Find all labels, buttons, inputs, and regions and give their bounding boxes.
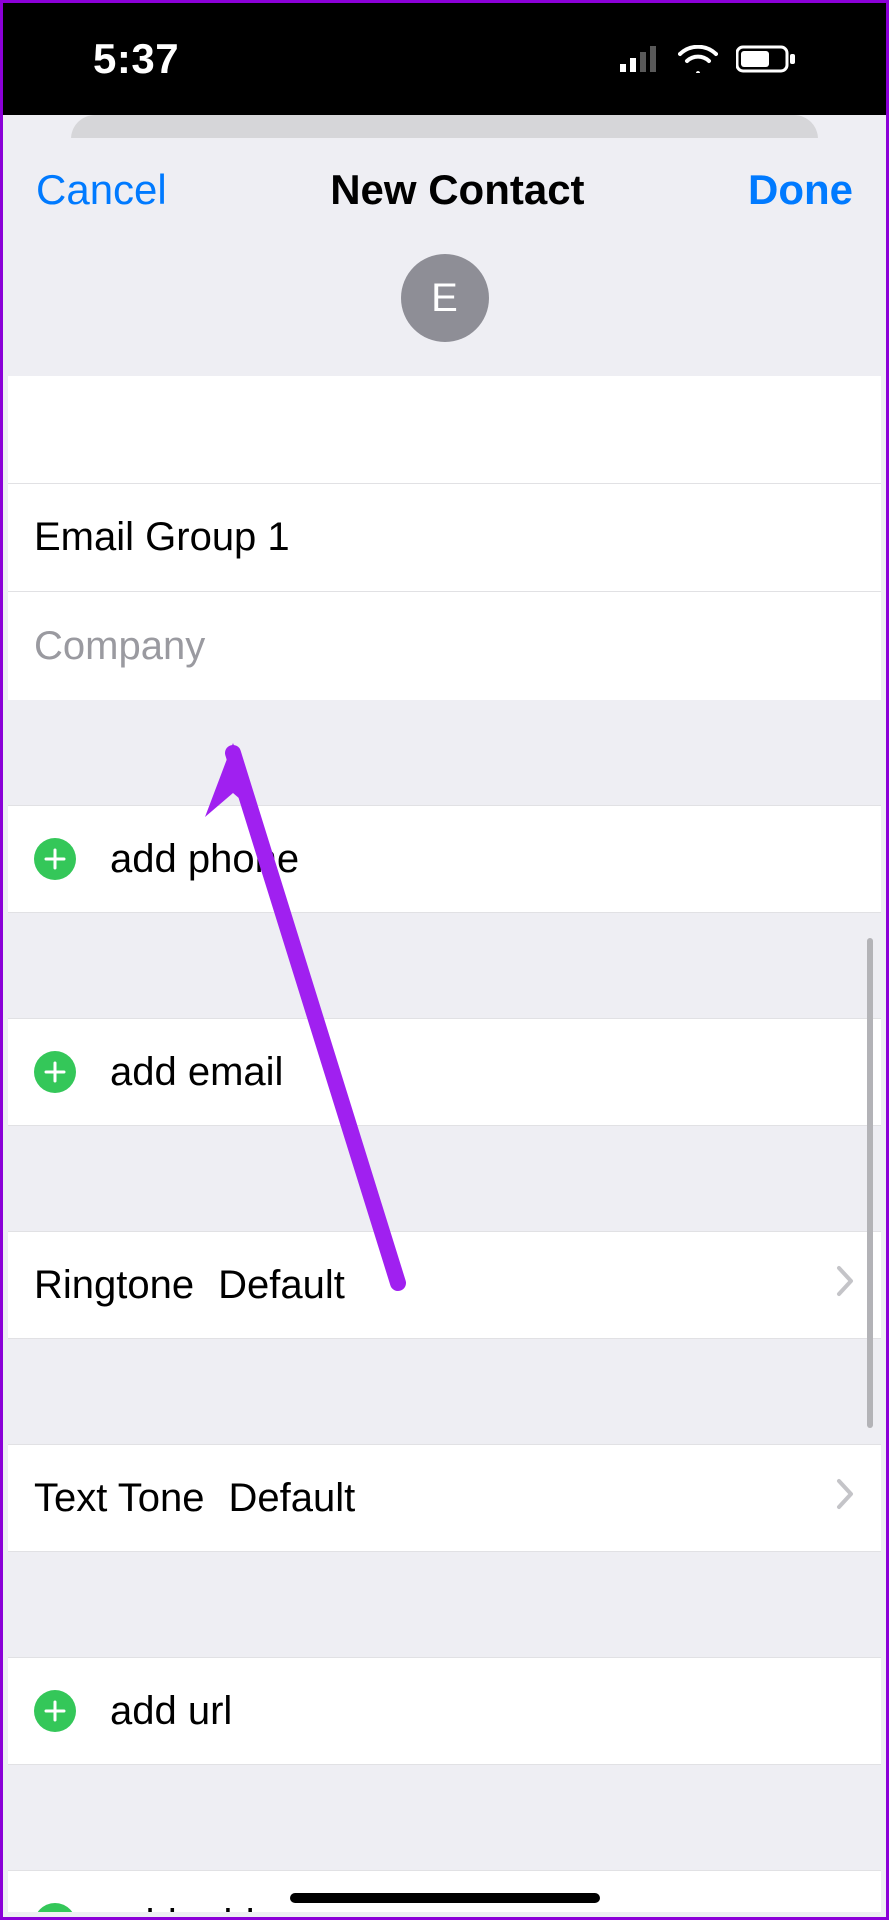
company-row[interactable] — [8, 592, 881, 700]
new-contact-sheet: Cancel New Contact Done E — [8, 138, 881, 1912]
plus-icon — [34, 1903, 76, 1912]
cancel-button[interactable]: Cancel — [36, 166, 167, 214]
add-phone-row[interactable]: add phone — [8, 805, 881, 913]
section-gap — [8, 700, 881, 805]
plus-icon — [34, 1690, 76, 1732]
ringtone-label: Ringtone — [34, 1263, 218, 1308]
page-title: New Contact — [330, 166, 584, 214]
sheet-navbar: Cancel New Contact Done — [8, 138, 881, 228]
section-gap — [8, 1339, 881, 1444]
email-section: add email — [8, 1018, 881, 1126]
section-gap — [8, 1126, 881, 1231]
add-phone-label: add phone — [110, 837, 299, 882]
name-field[interactable] — [34, 515, 855, 560]
scroll-indicator[interactable] — [867, 938, 873, 1428]
chevron-right-icon — [835, 1263, 855, 1308]
add-address-label: add address — [110, 1902, 330, 1913]
status-icons — [620, 45, 796, 73]
section-gap — [8, 913, 881, 1018]
done-button[interactable]: Done — [748, 166, 853, 214]
add-url-row[interactable]: add url — [8, 1657, 881, 1765]
add-address-row[interactable]: add address — [8, 1870, 881, 1912]
add-email-label: add email — [110, 1050, 283, 1095]
section-gap — [8, 1552, 881, 1657]
url-section: add url — [8, 1657, 881, 1765]
name-row[interactable] — [8, 484, 881, 592]
texttone-value: Default — [229, 1476, 356, 1521]
chevron-right-icon — [835, 1476, 855, 1521]
avatar-container: E — [8, 228, 881, 376]
add-email-row[interactable]: add email — [8, 1018, 881, 1126]
status-bar: 5:37 — [3, 3, 886, 115]
home-indicator[interactable] — [290, 1893, 600, 1903]
ringtone-value: Default — [218, 1263, 345, 1308]
company-field[interactable] — [34, 624, 855, 669]
texttone-section: Text Tone Default — [8, 1444, 881, 1552]
name-row-top-sliver — [8, 376, 881, 484]
address-section: add address — [8, 1870, 881, 1912]
plus-icon — [34, 838, 76, 880]
battery-icon — [736, 45, 796, 73]
phone-section: add phone — [8, 805, 881, 913]
section-gap — [8, 1765, 881, 1870]
phone-frame: 5:37 — [0, 0, 889, 1920]
avatar-initial: E — [431, 276, 458, 321]
wifi-icon — [678, 45, 718, 73]
status-time: 5:37 — [93, 35, 179, 83]
contact-avatar[interactable]: E — [401, 254, 489, 342]
name-section — [8, 376, 881, 700]
cellular-icon — [620, 46, 660, 72]
ringtone-section: Ringtone Default — [8, 1231, 881, 1339]
texttone-label: Text Tone — [34, 1476, 229, 1521]
add-url-label: add url — [110, 1689, 232, 1734]
plus-icon — [34, 1051, 76, 1093]
ringtone-row[interactable]: Ringtone Default — [8, 1231, 881, 1339]
texttone-row[interactable]: Text Tone Default — [8, 1444, 881, 1552]
